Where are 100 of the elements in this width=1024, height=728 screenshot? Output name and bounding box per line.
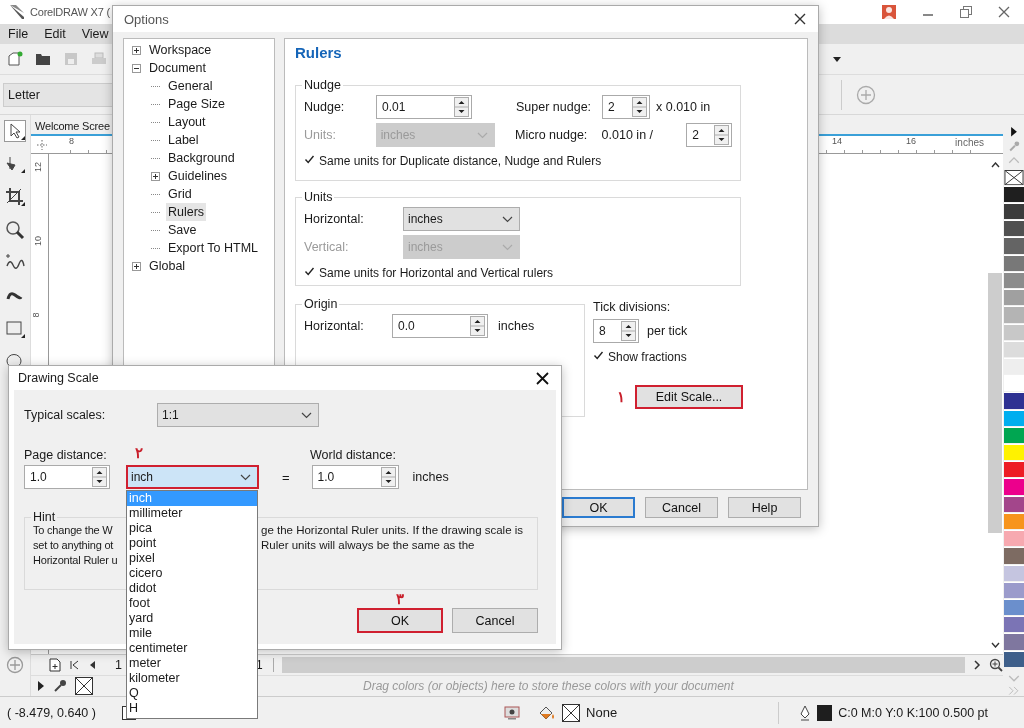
dropdown-option[interactable]: mile xyxy=(127,626,257,641)
dropdown-option[interactable]: foot xyxy=(127,596,257,611)
color-swatch[interactable] xyxy=(1003,564,1024,581)
tree-item[interactable]: Global xyxy=(147,257,188,275)
dialog-button[interactable]: Cancel xyxy=(452,608,538,633)
color-swatch[interactable] xyxy=(1003,547,1024,564)
color-swatch[interactable] xyxy=(1003,254,1024,271)
rectangle-tool-icon[interactable] xyxy=(4,318,26,340)
color-swatch[interactable] xyxy=(1003,409,1024,426)
scroll-up-icon[interactable] xyxy=(990,162,1000,168)
add-page-icon[interactable] xyxy=(49,658,61,672)
tree-item[interactable]: Layout xyxy=(166,113,208,131)
plus-box-icon[interactable] xyxy=(132,45,141,55)
color-swatch[interactable] xyxy=(1003,185,1024,202)
scroll-right-icon[interactable] xyxy=(973,660,981,670)
spin-buttons[interactable] xyxy=(380,467,396,487)
dropdown-option[interactable]: cicero xyxy=(127,566,257,581)
color-swatch[interactable] xyxy=(1003,633,1024,650)
horizontal-scrollbar[interactable] xyxy=(281,657,965,673)
number-field[interactable]: 1.0 xyxy=(311,465,399,489)
monitor-icon[interactable] xyxy=(504,705,521,720)
document-tab[interactable]: Welcome Scree xyxy=(33,120,112,134)
spin-buttons[interactable] xyxy=(621,321,636,341)
number-field[interactable]: 2 xyxy=(602,95,650,119)
restore-icon[interactable] xyxy=(960,6,972,18)
dropdown[interactable]: inches xyxy=(403,207,520,231)
menu-item[interactable]: Edit xyxy=(44,27,66,41)
color-swatch[interactable] xyxy=(1003,512,1024,530)
color-swatch[interactable] xyxy=(1003,289,1024,306)
close-icon[interactable] xyxy=(536,371,549,385)
tree-item[interactable]: Workspace xyxy=(147,41,214,59)
color-swatch[interactable] xyxy=(1003,461,1024,478)
no-color-swatch-icon[interactable] xyxy=(75,677,93,695)
spin-buttons[interactable] xyxy=(714,125,729,145)
plus-box-icon[interactable] xyxy=(132,261,141,271)
tree-item[interactable]: Label xyxy=(166,131,201,149)
spin-buttons[interactable] xyxy=(92,467,107,487)
dialog-button[interactable]: OK xyxy=(357,608,443,633)
color-swatch[interactable] xyxy=(1003,271,1024,289)
color-swatch[interactable] xyxy=(1003,202,1024,220)
dropdown-option[interactable]: H xyxy=(127,701,257,716)
color-swatch[interactable] xyxy=(1003,340,1024,357)
dropdown-option[interactable]: kilometer xyxy=(127,671,257,686)
color-swatch[interactable] xyxy=(1003,599,1024,616)
fill-bucket-icon[interactable] xyxy=(538,704,557,721)
color-swatch[interactable] xyxy=(1003,530,1024,547)
number-field[interactable]: 1.0 xyxy=(24,465,110,489)
dropdown-option[interactable]: millimeter xyxy=(127,506,257,521)
dropdown[interactable]: inch xyxy=(126,465,259,489)
user-icon[interactable] xyxy=(882,5,896,19)
dropdown-option[interactable]: meter xyxy=(127,656,257,671)
minus-box-icon[interactable] xyxy=(132,63,141,73)
dropdown-option[interactable]: pica xyxy=(127,521,257,536)
zoom-icon[interactable] xyxy=(989,658,1003,672)
no-color-swatch-icon[interactable] xyxy=(1003,169,1024,185)
tree-item[interactable]: Background xyxy=(166,149,237,167)
checkbox-label[interactable]: Same units for Duplicate distance, Nudge and Rulers xyxy=(319,154,602,168)
first-page-icon[interactable] xyxy=(69,660,79,670)
spin-buttons[interactable] xyxy=(454,97,469,117)
dropdown-option[interactable]: point xyxy=(127,536,257,551)
tree-item[interactable]: Save xyxy=(166,221,199,239)
color-swatch[interactable] xyxy=(1003,426,1024,444)
color-swatch[interactable] xyxy=(1003,478,1024,495)
dropdown-option[interactable]: didot xyxy=(127,581,257,596)
tree-item[interactable]: Guidelines xyxy=(166,167,230,185)
number-field[interactable]: 2 xyxy=(686,123,732,147)
tree-item[interactable]: Export To HTML xyxy=(166,239,261,257)
number-field[interactable]: 0.0 xyxy=(392,314,488,338)
play-icon[interactable] xyxy=(1009,127,1018,137)
number-field[interactable]: 0.01 xyxy=(376,95,472,119)
color-swatch[interactable] xyxy=(1003,616,1024,633)
caret-icon[interactable] xyxy=(833,56,841,62)
folder-icon[interactable] xyxy=(35,51,51,67)
color-swatch[interactable] xyxy=(1003,306,1024,323)
crop-tool-icon[interactable] xyxy=(4,186,26,208)
number-field[interactable]: 8 xyxy=(593,319,639,343)
color-swatch[interactable] xyxy=(1003,581,1024,598)
spin-buttons[interactable] xyxy=(632,97,647,117)
add-icon[interactable] xyxy=(6,656,24,674)
dropdown-option[interactable]: pixel xyxy=(127,551,257,566)
close-icon[interactable] xyxy=(794,13,806,25)
dialog-button[interactable]: Cancel xyxy=(645,497,718,518)
spin-buttons[interactable] xyxy=(470,316,485,336)
dialog-button[interactable]: OK xyxy=(562,497,635,518)
scrollbar-thumb[interactable] xyxy=(988,273,1002,533)
dropdown-option[interactable]: yard xyxy=(127,611,257,626)
pick-tool-icon[interactable] xyxy=(4,120,26,142)
color-swatch[interactable] xyxy=(1003,444,1024,461)
color-swatch[interactable] xyxy=(1003,375,1024,392)
plus-box-icon[interactable] xyxy=(151,171,160,181)
zoom-tool-icon[interactable] xyxy=(4,219,26,241)
edit-scale-button[interactable]: Edit Scale... xyxy=(635,385,743,409)
color-swatch[interactable] xyxy=(1003,495,1024,512)
dialog-button[interactable]: Help xyxy=(728,497,801,518)
color-swatch[interactable] xyxy=(1003,392,1024,409)
color-swatch[interactable] xyxy=(1003,323,1024,340)
scroll-down-icon[interactable] xyxy=(990,642,1000,648)
play-icon[interactable] xyxy=(37,681,45,691)
tree-item[interactable]: Document xyxy=(147,59,208,77)
color-swatch[interactable] xyxy=(1003,237,1024,254)
